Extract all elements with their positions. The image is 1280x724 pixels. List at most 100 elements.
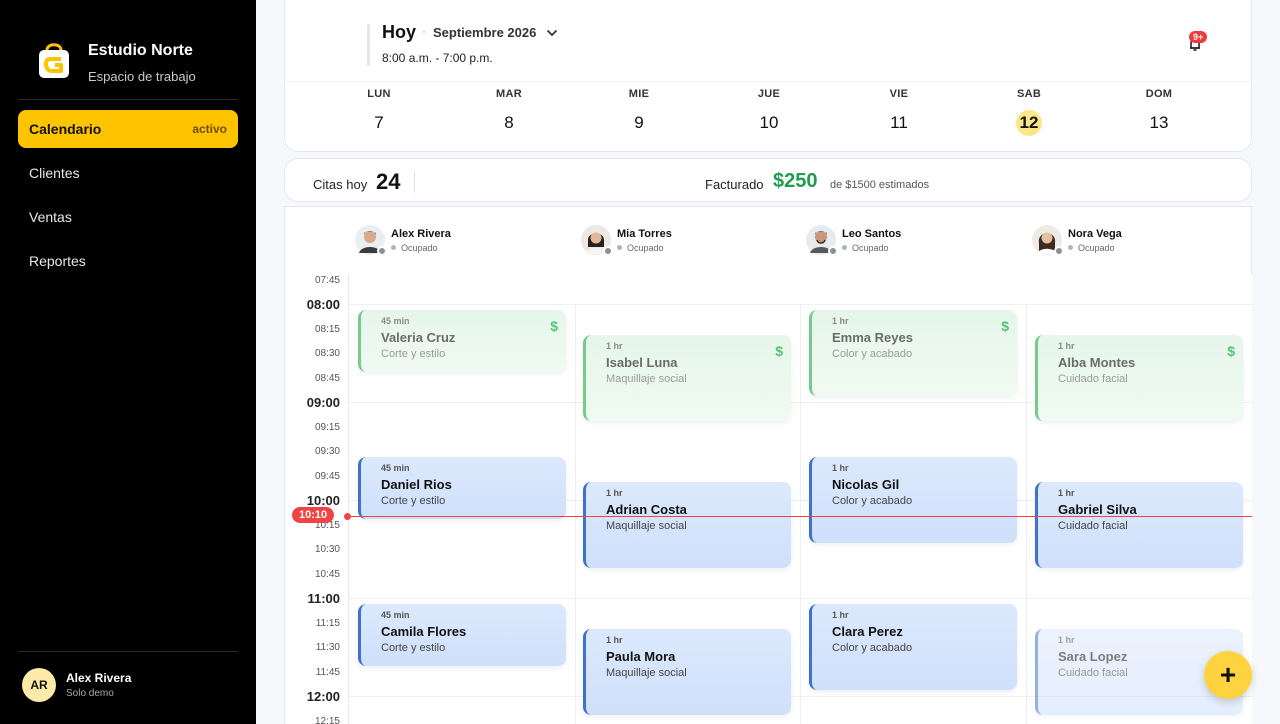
business-hours: 8:00 a.m. - 7:00 p.m. [382, 51, 493, 65]
service-name: Cuidado facial [1058, 520, 1128, 532]
day-saturday-selected[interactable]: SAB 12 [999, 88, 1059, 136]
status-text: Ocupado [401, 242, 438, 253]
day-name: MIE [628, 88, 650, 100]
appointment-card[interactable]: 45 min Camila Flores Corte y estilo [358, 604, 566, 666]
notification-badge: 9+ [1189, 31, 1208, 43]
service-name: Corte y estilo [381, 348, 446, 360]
staff-mia-torres[interactable]: Mia Torres Ocupado [581, 225, 672, 256]
time-label: 09:45 [314, 471, 340, 482]
client-name: Alba Montes [1058, 355, 1136, 370]
appointment-card[interactable]: 1 hr Alba Montes Cuidado facial $ [1035, 335, 1243, 421]
appointment-duration: 1 hr [1058, 488, 1075, 498]
appointment-duration: 1 hr [606, 635, 623, 645]
sidebar-item-label: Calendario [29, 121, 102, 137]
staff-status: Ocupado [842, 243, 901, 253]
day-number: 9 [634, 113, 644, 132]
day-number: 10 [759, 113, 779, 132]
sidebar-item-ventas[interactable]: Ventas [18, 198, 238, 236]
brand-logo-icon [36, 40, 72, 80]
day-sunday[interactable]: DOM 13 [1129, 88, 1189, 136]
day-number: 11 [890, 113, 908, 132]
client-name: Clara Perez [832, 624, 903, 639]
time-label: 09:15 [314, 422, 340, 433]
status-dot [828, 246, 838, 256]
staff-name: Nora Vega [1068, 227, 1122, 240]
day-tuesday[interactable]: MAR 8 [479, 88, 539, 136]
client-name: Emma Reyes [832, 330, 913, 345]
staff-header: Alex Rivera Ocupado Mia Torres Ocupado L… [284, 206, 1252, 274]
day-name: SAB [1016, 88, 1042, 100]
service-name: Maquillaje social [606, 373, 687, 385]
appointments-count: 24 [376, 169, 401, 194]
appointment-duration: 45 min [381, 316, 410, 326]
week-divider [285, 81, 1251, 82]
appointment-card[interactable]: 1 hr Isabel Luna Maquillaje social $ [583, 335, 791, 421]
sidebar-divider [18, 99, 238, 100]
month-selector[interactable]: Septiembre 2026 [433, 25, 536, 40]
active-badge: activo [192, 122, 227, 136]
appointment-duration: 45 min [381, 610, 410, 620]
paid-dollar-icon: $ [550, 318, 558, 334]
staff-name: Mia Torres [617, 227, 672, 240]
time-label: 11:15 [315, 618, 340, 629]
appointment-card[interactable]: 1 hr Nicolas Gil Color y acabado [809, 457, 1017, 543]
client-name: Nicolas Gil [832, 477, 900, 492]
service-name: Color y acabado [832, 348, 913, 360]
paid-dollar-icon: $ [775, 343, 783, 359]
today-accent-bar [367, 24, 370, 66]
time-label: 11:30 [315, 642, 340, 653]
time-label: 11:45 [315, 667, 340, 678]
day-wednesday[interactable]: MIE 9 [609, 88, 669, 136]
status-dot [377, 246, 387, 256]
add-appointment-button[interactable]: + [1204, 651, 1252, 699]
time-label: 10:30 [314, 544, 340, 555]
sidebar: Estudio Norte Espacio de trabajo Calenda… [0, 0, 256, 724]
status-dot [1054, 246, 1064, 256]
day-monday[interactable]: LUN 7 [349, 88, 409, 136]
appointment-card[interactable]: 1 hr Adrian Costa Maquillaje social [583, 482, 791, 568]
time-label: 12:00 [306, 689, 340, 704]
time-label: 11:00 [307, 591, 340, 606]
appointment-duration: 45 min [381, 463, 410, 473]
time-label: 08:45 [314, 373, 340, 384]
day-number: 12 [1016, 110, 1042, 136]
status-text: Ocupado [627, 242, 664, 253]
day-thursday[interactable]: JUE 10 [739, 88, 799, 136]
appointment-duration: 1 hr [1058, 635, 1075, 645]
status-text: Ocupado [852, 242, 889, 253]
day-number: 7 [374, 113, 384, 132]
page-title: Hoy [382, 22, 417, 42]
staff-nora-vega[interactable]: Nora Vega Ocupado [1032, 225, 1122, 256]
brand-subtitle: Espacio de trabajo [88, 69, 196, 84]
column-divider [800, 304, 801, 724]
sidebar-item-reportes[interactable]: Reportes [18, 242, 238, 280]
service-name: Color y acabado [832, 642, 913, 654]
appointment-card[interactable]: 1 hr Clara Perez Color y acabado [809, 604, 1017, 690]
service-name: Color y acabado [832, 495, 913, 507]
appointment-card[interactable]: 1 hr Paula Mora Maquillaje social [583, 629, 791, 715]
staff-leo-santos[interactable]: Leo Santos Ocupado [806, 225, 902, 256]
staff-alex-rivera[interactable]: Alex Rivera Ocupado [355, 225, 451, 256]
day-friday[interactable]: VIE 11 [869, 88, 929, 136]
sidebar-item-calendario[interactable]: Calendario activo [18, 110, 238, 148]
client-name: Isabel Luna [606, 355, 678, 370]
appointment-card[interactable]: 1 hr Emma Reyes Color y acabado $ [809, 310, 1017, 396]
service-name: Corte y estilo [381, 495, 446, 507]
appointments-label: Citas hoy [313, 177, 368, 192]
appointment-card[interactable]: 45 min Valeria Cruz Corte y estilo $ [358, 310, 566, 372]
day-name: VIE [889, 88, 909, 100]
time-label: 08:15 [314, 324, 340, 335]
user-profile[interactable]: AR Alex Rivera Solo demo [22, 668, 131, 702]
brand-name: Estudio Norte [88, 42, 193, 59]
appointment-card[interactable]: 1 hr Gabriel Silva Cuidado facial [1035, 482, 1243, 568]
status-indicator [617, 245, 622, 250]
sidebar-divider [18, 651, 238, 652]
appointment-card[interactable]: 45 min Daniel Rios Corte y estilo [358, 457, 566, 519]
chevron-down-icon[interactable] [545, 26, 559, 40]
time-label: 07:45 [314, 275, 340, 286]
schedule-grid[interactable]: 07:45 08:00 08:15 08:30 08:45 09:00 09:1… [284, 274, 1252, 724]
staff-name: Leo Santos [842, 227, 902, 240]
avatar [1032, 225, 1064, 256]
sidebar-item-clientes[interactable]: Clientes [18, 154, 238, 192]
client-name: Valeria Cruz [381, 330, 456, 345]
